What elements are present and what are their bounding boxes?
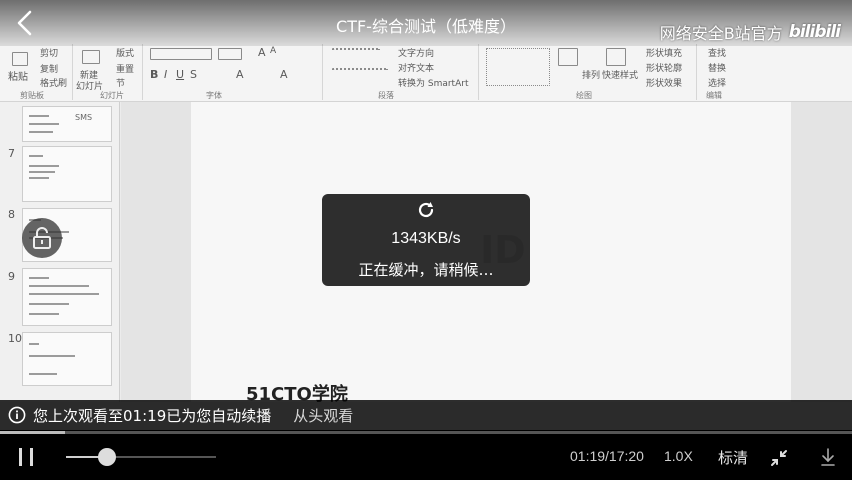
- align-icon: [332, 68, 388, 78]
- uploader-watermark: 网络安全B站官方 bilibili: [659, 20, 841, 44]
- group-paragraph: 段落: [378, 91, 394, 100]
- slide-thumbnail: [22, 332, 112, 386]
- slide-number: 9: [8, 270, 15, 283]
- font-color-icon: A: [236, 68, 244, 81]
- ribbon-find: 查找: [708, 49, 727, 59]
- ribbon-shape-fill: 形状填充: [646, 49, 683, 59]
- quality-button[interactable]: 标清: [718, 447, 748, 468]
- ribbon-align-text: 对齐文本: [398, 64, 435, 74]
- ribbon-new-slide: 幻灯片: [76, 82, 104, 92]
- ribbon-shape-effects: 形状效果: [646, 79, 683, 89]
- resume-suffix: 已为您自动续播: [166, 406, 272, 425]
- group-slides: 幻灯片: [100, 91, 124, 100]
- font-size-box: [218, 48, 242, 60]
- ribbon-separator: [142, 44, 143, 100]
- ribbon-shape-outline: 形状轮廓: [646, 64, 683, 74]
- buffer-speed: 1343KB/s: [391, 230, 461, 247]
- ribbon-separator: [322, 44, 323, 100]
- grow-font-icon: A: [258, 46, 266, 59]
- resume-time: 01:19: [123, 406, 167, 425]
- pause-button[interactable]: [14, 445, 38, 469]
- slide-number: 7: [8, 147, 15, 160]
- download-button[interactable]: [818, 446, 838, 468]
- lock-icon: [33, 227, 51, 249]
- underline-icon: U: [176, 68, 185, 81]
- ribbon-separator: [478, 44, 479, 100]
- group-font: 字体: [206, 91, 222, 100]
- resume-message: 您上次观看至01:19已为您自动续播: [33, 405, 271, 426]
- watch-from-start-button[interactable]: 从头观看: [293, 405, 353, 426]
- shrink-font-icon: A: [270, 46, 277, 56]
- highlight-icon: A: [280, 68, 288, 81]
- strikethrough-icon: S: [190, 68, 197, 81]
- new-slide-icon: [82, 50, 100, 64]
- ribbon-separator: [72, 44, 73, 100]
- arrange-icon: [558, 48, 578, 66]
- buffering-dialog: 1343KB/s 正在缓冲，请稍候…: [322, 194, 530, 286]
- quick-styles-icon: [606, 48, 626, 66]
- time-readout: 01:19/17:20: [570, 448, 644, 464]
- buffer-message: 正在缓冲，请稍候…: [358, 261, 494, 279]
- ribbon-format-painter: 格式刷: [40, 79, 68, 89]
- bold-icon: B: [150, 68, 159, 81]
- ribbon-select: 选择: [708, 79, 727, 89]
- resume-prefix: 您上次观看至: [33, 406, 124, 425]
- progress-fill: [0, 431, 65, 434]
- pause-icon: [19, 448, 22, 466]
- playback-speed-button[interactable]: 1.0X: [664, 448, 693, 464]
- slide-thumbnails: SMS 7 8 9 10: [0, 102, 120, 402]
- ribbon-paste: 粘贴: [8, 72, 28, 83]
- resume-notice: 您上次观看至01:19已为您自动续播 从头观看: [0, 400, 852, 430]
- italic-icon: I: [164, 68, 168, 81]
- refresh-icon: [418, 202, 434, 218]
- info-icon: [8, 406, 26, 424]
- progress-bar[interactable]: [0, 431, 852, 434]
- slide-thumbnail: SMS: [22, 106, 112, 142]
- uploader-name: 网络安全B站官方: [659, 24, 783, 43]
- exit-fullscreen-icon: [771, 450, 787, 466]
- slide-number: 10: [8, 332, 22, 345]
- ribbon-separator: [696, 44, 697, 100]
- ribbon-text-direction: 文字方向: [398, 49, 435, 59]
- exit-fullscreen-button[interactable]: [770, 449, 788, 467]
- seek-slider-handle[interactable]: [97, 448, 116, 466]
- screen-lock-button[interactable]: [22, 218, 62, 258]
- slide-number: 8: [8, 208, 15, 221]
- player-controls: 01:19/17:20 1.0X 标清: [0, 430, 852, 480]
- ribbon-layout: 版式: [116, 49, 135, 59]
- download-icon: [821, 448, 835, 466]
- group-drawing: 绘图: [576, 91, 592, 100]
- platform-logo: bilibili: [788, 22, 841, 42]
- ribbon-arrange: 排列: [582, 71, 601, 81]
- ribbon-reset: 重置: [116, 65, 135, 75]
- thumb-label: SMS: [75, 113, 93, 122]
- group-clipboard: 剪贴板: [20, 91, 44, 100]
- ribbon-cut: 剪切: [40, 49, 59, 59]
- ribbon-section: 节: [116, 79, 126, 89]
- slide-thumbnail: [22, 146, 112, 202]
- group-editing: 编辑: [706, 91, 722, 100]
- font-name-box: [150, 48, 212, 60]
- shapes-gallery: [486, 48, 550, 86]
- paste-icon: [12, 52, 28, 66]
- bullets-icon: [332, 48, 380, 58]
- ribbon-quick-styles: 快速样式: [602, 71, 639, 81]
- slide-thumbnail: [22, 268, 112, 326]
- ribbon-replace: 替换: [708, 64, 727, 74]
- ribbon-smartart: 转换为 SmartArt: [398, 79, 469, 89]
- ribbon-copy: 复制: [40, 65, 59, 75]
